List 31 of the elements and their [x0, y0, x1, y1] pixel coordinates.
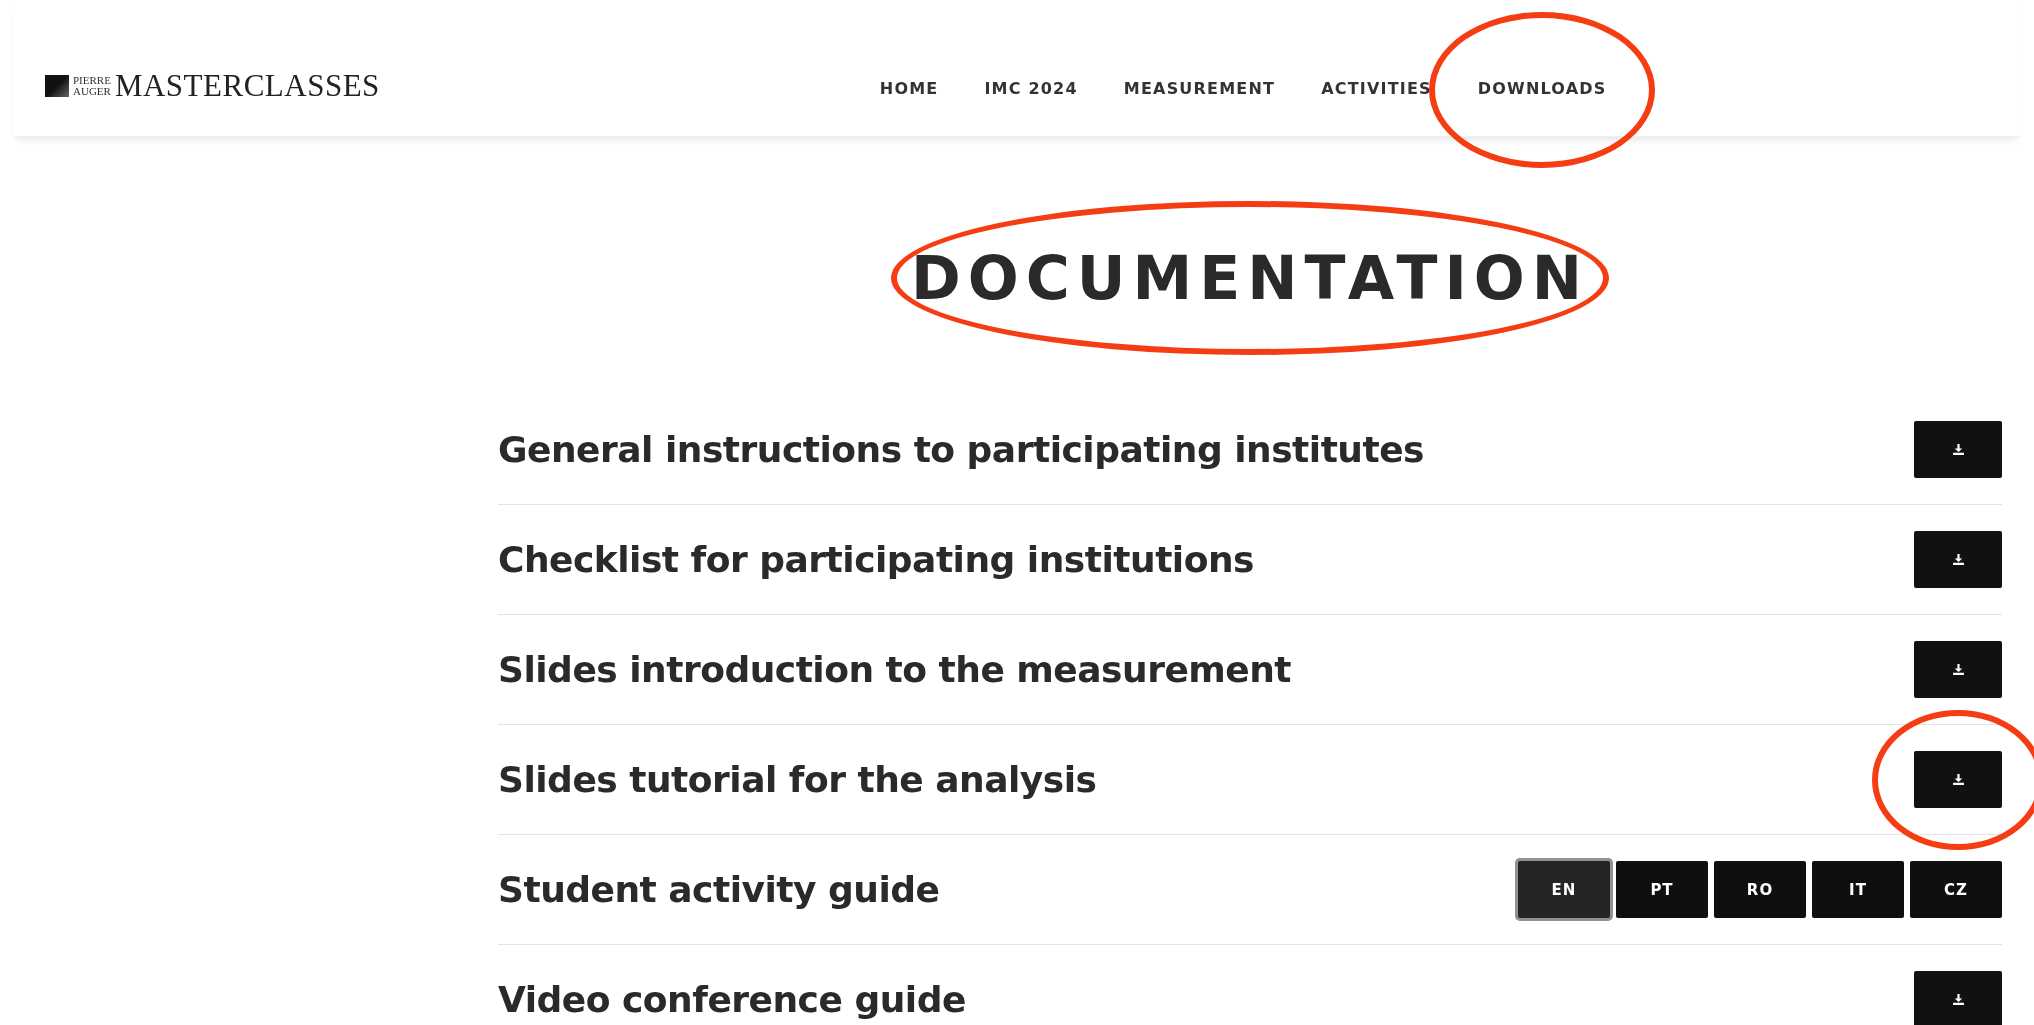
nav-link[interactable]: DOWNLOADS: [1477, 78, 1607, 98]
nav-link[interactable]: MEASUREMENT: [1123, 78, 1276, 98]
download-icon: [1951, 994, 1965, 1005]
language-button[interactable]: RO: [1714, 861, 1806, 918]
language-button[interactable]: EN: [1518, 861, 1610, 918]
logo-icon: [45, 75, 69, 97]
page-title: DOCUMENTATION: [911, 243, 1589, 313]
nav-link[interactable]: IMC 2024: [984, 78, 1078, 98]
logo-text: AUGER: [73, 86, 111, 97]
download-button[interactable]: [1914, 531, 2002, 588]
document-title: Slides introduction to the measurement: [498, 649, 1292, 690]
download-icon: [1951, 554, 1965, 565]
language-button[interactable]: PT: [1616, 861, 1708, 918]
download-button[interactable]: [1914, 751, 2002, 808]
logo-text: MASTERCLASSES: [114, 68, 380, 104]
download-icon: [1951, 664, 1965, 675]
download-button[interactable]: [1914, 971, 2002, 1025]
logo-text: PIERRE: [73, 75, 111, 86]
download-button[interactable]: [1914, 641, 2002, 698]
language-button[interactable]: CZ: [1910, 861, 2002, 918]
document-title: Student activity guide: [498, 869, 940, 910]
download-icon: [1951, 444, 1965, 455]
document-title: General instructions to participating institutes: [498, 429, 1425, 470]
document-title: Checklist for participating institutions: [498, 539, 1254, 580]
download-icon: [1951, 774, 1965, 785]
document-title: Slides tutorial for the analysis: [498, 759, 1097, 800]
language-button[interactable]: IT: [1812, 861, 1904, 918]
download-button[interactable]: [1914, 421, 2002, 478]
document-title: Video conference guide: [498, 979, 966, 1020]
nav-link[interactable]: ACTIVITIES: [1321, 78, 1432, 98]
nav-link[interactable]: HOME: [879, 78, 939, 98]
